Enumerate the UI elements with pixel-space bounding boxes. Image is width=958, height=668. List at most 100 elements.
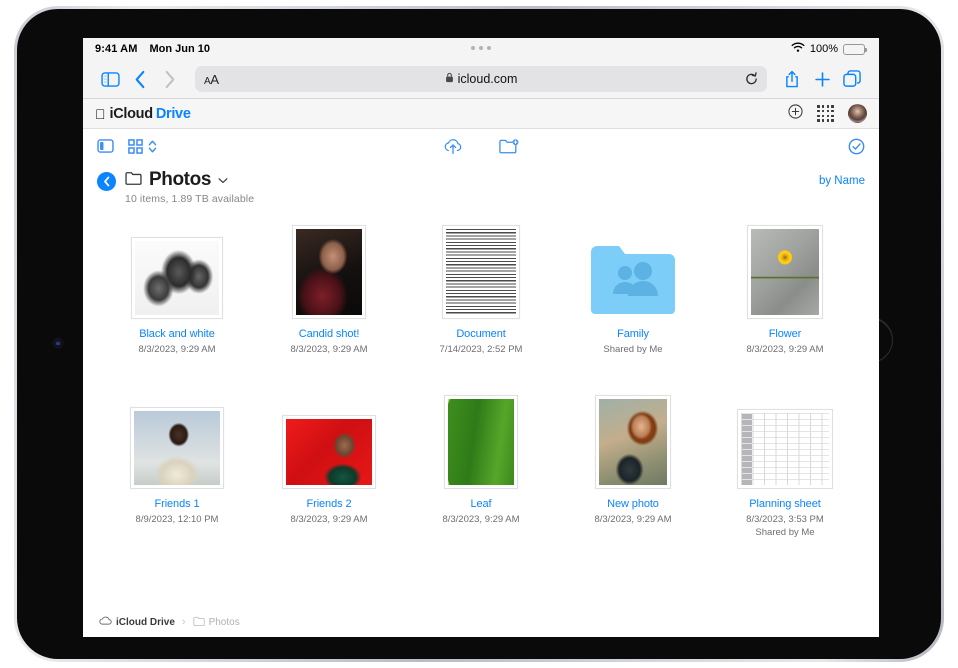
brand-word-icloud: iCloud [110,106,153,122]
share-icon[interactable] [777,64,807,94]
folder-icon [125,171,142,190]
file-thumbnail[interactable] [589,227,677,319]
lock-icon [445,72,454,86]
file-name[interactable]: Candid shot! [299,328,360,340]
file-name[interactable]: Friends 1 [155,498,200,510]
breadcrumb: iCloud Drive › Photos [83,607,879,637]
file-thumbnail[interactable] [130,397,224,489]
new-tab-plus-icon[interactable] [807,64,837,94]
battery-percent: 100% [810,43,838,55]
file-name[interactable]: Document [456,328,505,340]
view-controls [97,139,157,154]
cloud-icon [99,616,112,628]
photo-image [446,229,516,315]
file-item[interactable]: Candid shot! 8/3/2023, 9:29 AM [253,227,405,355]
photo-image [296,229,362,315]
photo-image [599,399,667,485]
new-folder-icon[interactable] [499,138,519,155]
icloud-header-actions [788,104,867,124]
breadcrumb-separator: › [182,616,186,628]
photo-image [751,229,819,315]
file-thumbnail[interactable] [737,397,833,489]
file-date: 7/14/2023, 2:52 PM [440,344,523,355]
photo-frame [282,415,376,489]
ipad-device-frame: 9:41 AM Mon Jun 10 100% [14,6,944,662]
status-right-cluster: 100% [791,42,865,56]
folder-title-line[interactable]: Photos [125,169,254,191]
ipad-bezel: 9:41 AM Mon Jun 10 100% [17,9,941,659]
file-name[interactable]: Leaf [470,498,491,510]
apps-grid-icon[interactable] [817,105,834,122]
file-item[interactable]: Leaf 8/3/2023, 9:29 AM [405,397,557,538]
file-name[interactable]: Family [617,328,649,340]
file-thumbnail[interactable] [131,227,223,319]
sort-by-button[interactable]: by Name [819,175,865,187]
forward-chevron-icon[interactable] [155,64,185,94]
file-thumbnail[interactable] [747,227,823,319]
file-date: 8/3/2023, 9:29 AM [442,514,519,525]
photo-image [134,411,220,485]
chevron-down-icon[interactable] [218,171,228,189]
file-thumbnail[interactable] [595,397,671,489]
photo-image [135,241,219,315]
sort-chevron-icon[interactable] [148,139,157,154]
file-date: 8/3/2023, 9:29 AM [594,514,671,525]
ipad-screen: 9:41 AM Mon Jun 10 100% [83,38,879,637]
photo-frame [130,407,224,489]
file-item[interactable]: Document 7/14/2023, 2:52 PM [405,227,557,355]
panel-toggle-icon[interactable] [97,139,114,153]
file-name[interactable]: New photo [607,498,659,510]
url-text: icloud.com [458,72,518,86]
photo-image [286,419,372,485]
file-name[interactable]: Friends 2 [307,498,352,510]
file-thumbnail[interactable] [444,397,518,489]
add-circle-icon[interactable] [788,104,803,124]
cloud-upload-icon[interactable] [443,138,463,155]
toolbar-right-actions [848,138,865,155]
file-item[interactable]: Friends 1 8/9/2023, 12:10 PM [101,397,253,538]
file-name[interactable]: Flower [769,328,801,340]
grid-view-icon[interactable] [128,139,143,154]
safari-toolbar: AA icloud.com [83,60,879,99]
breadcrumb-current-label: Photos [209,617,240,628]
file-item[interactable]: Black and white 8/3/2023, 9:29 AM [101,227,253,355]
tabs-icon[interactable] [837,64,867,94]
shared-folder-icon [589,242,677,319]
file-date: 8/3/2023, 9:29 AM [746,344,823,355]
file-date: 8/3/2023, 9:29 AM [290,514,367,525]
file-name[interactable]: Planning sheet [749,498,820,510]
folder-subtitle: 10 items, 1.89 TB available [125,193,254,205]
back-circle-icon[interactable] [97,172,116,191]
file-thumbnail[interactable] [282,397,376,489]
file-thumbnail[interactable] [292,227,366,319]
file-item[interactable]: Friends 2 8/3/2023, 9:29 AM [253,397,405,538]
select-checkmark-icon[interactable] [848,138,865,155]
user-avatar[interactable] [848,104,867,123]
file-item[interactable]: Planning sheet8/3/2023, 3:53 PMShared by… [709,397,861,538]
photo-frame [442,225,520,319]
photo-image [741,413,829,485]
file-name[interactable]: Black and white [139,328,215,340]
status-date: Mon Jun 10 [149,43,210,55]
address-bar[interactable]: AA icloud.com [195,66,767,92]
breadcrumb-root[interactable]: iCloud Drive [99,616,175,628]
toolbar-center-actions [83,138,879,155]
page-title: Photos [149,169,211,191]
breadcrumb-current[interactable]: Photos [193,616,240,629]
sidebar-toggle-icon[interactable] [95,64,125,94]
back-chevron-icon[interactable] [125,64,155,94]
file-date: 8/3/2023, 9:29 AM [138,344,215,355]
file-item[interactable]: FamilyShared by Me [557,227,709,355]
battery-icon [843,44,865,55]
icloud-header:  iCloud Drive [83,99,879,129]
ios-status-bar: 9:41 AM Mon Jun 10 100% [83,38,879,60]
breadcrumb-root-label: iCloud Drive [116,617,175,628]
icloud-brand[interactable]:  iCloud Drive [95,106,191,122]
brand-word-drive: Drive [156,106,191,122]
file-item[interactable]: Flower 8/3/2023, 9:29 AM [709,227,861,355]
photo-frame [747,225,823,319]
file-date: 8/9/2023, 12:10 PM [136,514,219,525]
file-date: 8/3/2023, 9:29 AM [290,344,367,355]
file-item[interactable]: New photo 8/3/2023, 9:29 AM [557,397,709,538]
file-thumbnail[interactable] [442,227,520,319]
